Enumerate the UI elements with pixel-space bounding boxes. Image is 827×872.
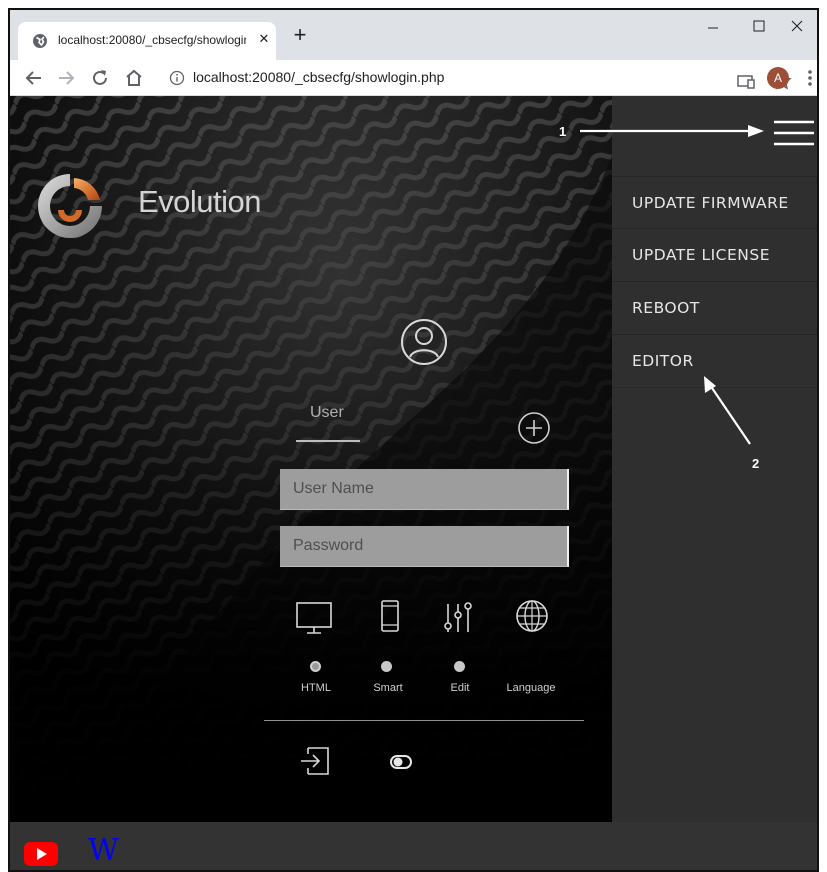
username-field[interactable] (280, 469, 569, 510)
address-bar[interactable]: localhost:20080/_cbsecfg/showlogin.php (155, 64, 792, 93)
browser-tab[interactable]: localhost:20080/_cbsecfg/showlogin.php ✕ (18, 22, 276, 60)
cast-icon[interactable] (735, 71, 757, 93)
user-tab[interactable]: User (310, 404, 344, 422)
user-avatar-icon (401, 319, 447, 365)
radio-edit[interactable] (454, 661, 465, 672)
globe-favicon (33, 34, 47, 48)
browser-toolbar: localhost:20080/_cbsecfg/showlogin.php A (10, 60, 817, 96)
monitor-icon[interactable] (294, 598, 334, 638)
mode-label-language: Language (506, 682, 556, 694)
login-panel: Evolution User User Name HTML Smart Edit… (10, 96, 612, 822)
toggle-icon[interactable] (390, 754, 412, 770)
page-content: Evolution User User Name HTML Smart Edit… (10, 96, 817, 870)
menu-item-editor[interactable]: EDITOR (612, 335, 817, 388)
add-user-icon[interactable] (517, 411, 551, 445)
home-icon[interactable] (122, 66, 146, 90)
login-icon[interactable] (298, 744, 332, 778)
radio-html[interactable] (310, 661, 321, 672)
divider (264, 720, 584, 721)
menu-item-update-license[interactable]: UPDATE LICENSE (612, 229, 817, 282)
browser-window: localhost:20080/_cbsecfg/showlogin.php ✕… (8, 8, 819, 872)
phone-icon[interactable] (370, 598, 410, 638)
close-icon[interactable] (774, 10, 819, 42)
close-tab-icon[interactable]: ✕ (256, 31, 272, 49)
sliders-icon[interactable] (440, 598, 480, 638)
evolution-logo-icon (38, 174, 102, 238)
side-menu: UPDATE FIRMWARE UPDATE LICENSE REBOOT ED… (612, 96, 817, 822)
mode-label-html: HTML (301, 682, 331, 694)
brand-title: Evolution (138, 184, 262, 219)
tab-title: localhost:20080/_cbsecfg/showlogin.php (58, 33, 246, 47)
new-tab-button[interactable]: + (288, 24, 312, 48)
hamburger-menu-icon[interactable] (772, 118, 816, 148)
url-text: localhost:20080/_cbsecfg/showlogin.php (193, 69, 445, 85)
mode-label-edit: Edit (450, 682, 470, 694)
forward-arrow-icon[interactable] (54, 66, 78, 90)
annotation-label-1: 1 (559, 124, 567, 139)
password-field[interactable] (280, 526, 569, 567)
tab-strip: localhost:20080/_cbsecfg/showlogin.php ✕… (10, 10, 817, 60)
radio-smart[interactable] (381, 661, 392, 672)
footer: W (10, 822, 817, 870)
reload-icon[interactable] (88, 66, 112, 90)
back-arrow-icon[interactable] (22, 66, 46, 90)
kebab-menu-icon[interactable] (804, 66, 816, 90)
info-icon[interactable] (169, 70, 185, 86)
globe-icon[interactable] (512, 598, 552, 638)
minimize-icon[interactable] (690, 10, 736, 42)
menu-item-update-firmware[interactable]: UPDATE FIRMWARE (612, 176, 817, 229)
profile-avatar[interactable]: A (767, 67, 789, 89)
mode-label-smart: Smart (373, 682, 403, 694)
menu-item-reboot[interactable]: REBOOT (612, 282, 817, 335)
user-tab-indicator (296, 440, 360, 442)
annotation-label-2: 2 (752, 456, 760, 471)
youtube-icon[interactable] (24, 842, 58, 866)
wikipedia-icon[interactable]: W (88, 834, 119, 868)
